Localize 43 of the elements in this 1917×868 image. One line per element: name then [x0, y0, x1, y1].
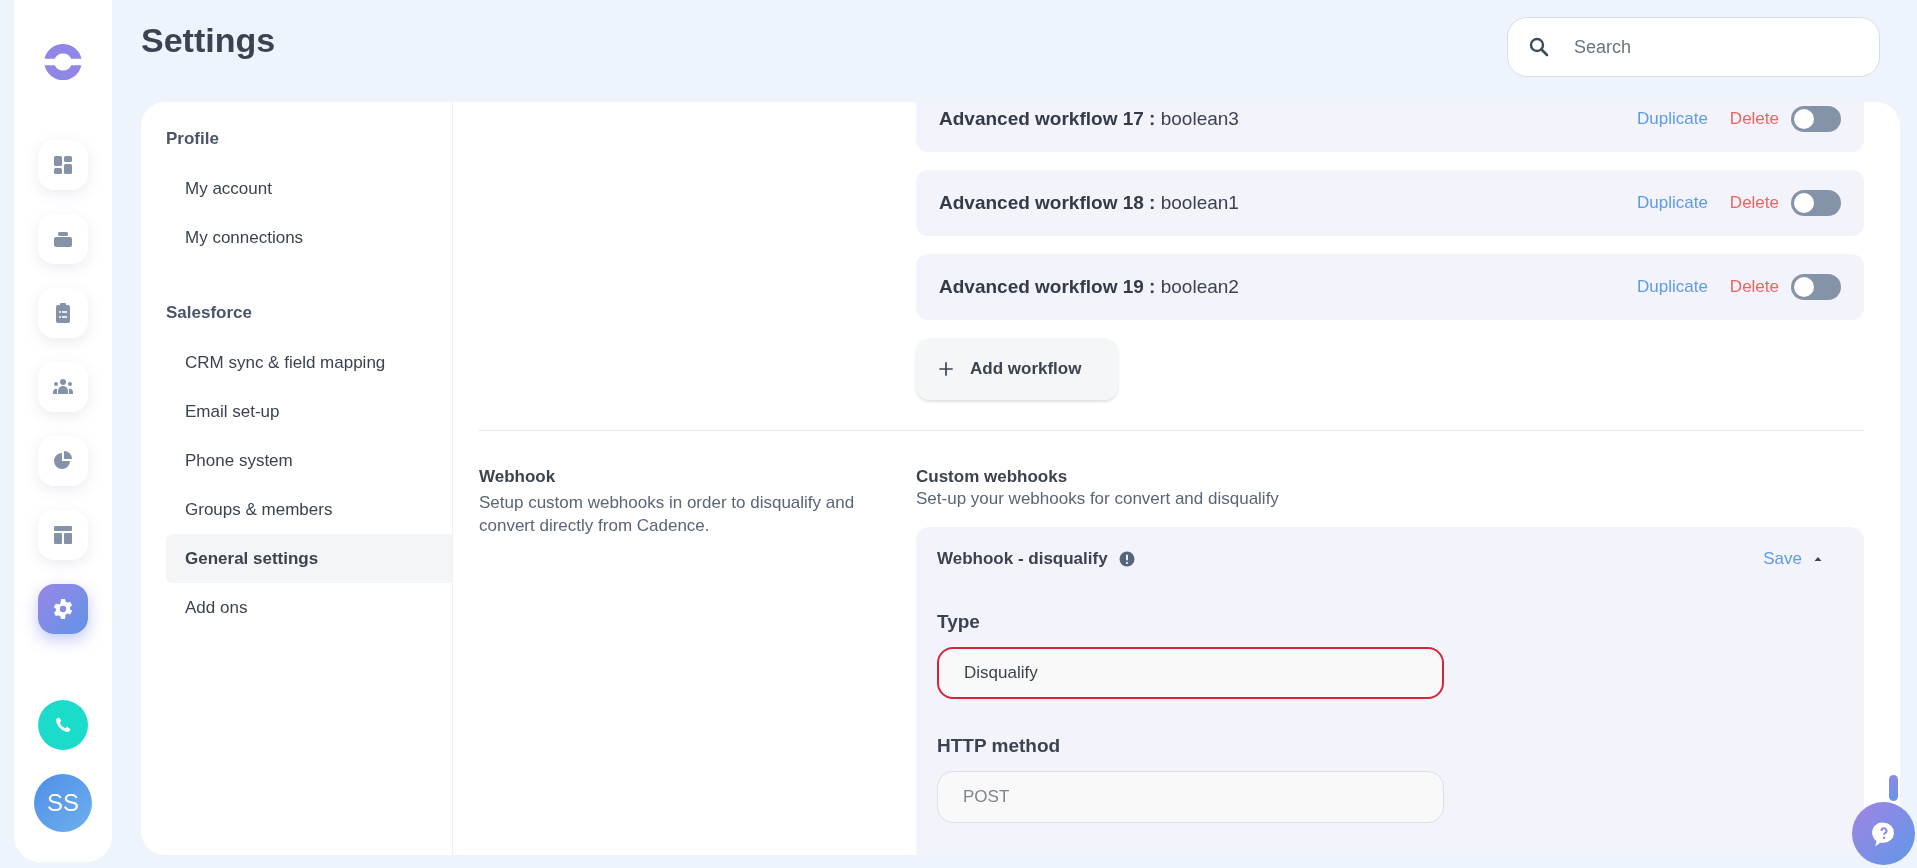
- plus-icon: [936, 359, 956, 379]
- nav-rail-button[interactable]: [38, 140, 88, 190]
- webhook-title: Webhook - disqualify: [937, 549, 1108, 569]
- settings-icon: [51, 597, 75, 621]
- toggle-switch[interactable]: [1791, 274, 1841, 300]
- section-description: Setup custom webhooks in order to disqualify and convert directly from Cadence.: [479, 492, 856, 537]
- info-icon: [1117, 550, 1136, 568]
- workflow-title: Advanced workflow 19 : boolean2: [939, 276, 1240, 298]
- toggle-switch[interactable]: [1791, 190, 1841, 216]
- nav-link[interactable]: General settings: [166, 534, 452, 583]
- layout-icon: [51, 523, 75, 547]
- toggle-switch[interactable]: [1791, 106, 1841, 132]
- workflow-title: Advanced workflow 17 : boolean3: [939, 108, 1240, 130]
- nav-rail-button[interactable]: [38, 436, 88, 486]
- nav-section-heading: Salesforce: [165, 302, 253, 324]
- nav-link[interactable]: CRM sync & field mapping: [166, 338, 452, 387]
- nav-rail-button[interactable]: [38, 214, 88, 264]
- phone-button[interactable]: [38, 700, 88, 750]
- nav-link[interactable]: Groups & members: [166, 485, 452, 534]
- add-workflow-button[interactable]: Add workflow: [916, 338, 1118, 400]
- nav-section-heading: Profile: [165, 128, 220, 150]
- search-icon: [1527, 35, 1551, 59]
- field-label: HTTP method: [937, 735, 1062, 757]
- nav-rail-button[interactable]: [38, 510, 88, 560]
- section-title: Webhook: [479, 467, 557, 487]
- nav-link[interactable]: Add ons: [166, 583, 452, 632]
- nav-link[interactable]: Phone system: [166, 436, 452, 485]
- nav-link[interactable]: My connections: [166, 213, 452, 262]
- phone-icon: [53, 715, 73, 735]
- nav-rail-button[interactable]: [38, 362, 88, 412]
- text-field[interactable]: Disqualify: [937, 647, 1444, 699]
- nav-link[interactable]: My account: [166, 164, 452, 213]
- page-title: Settings: [141, 21, 276, 60]
- search-field[interactable]: Search: [1507, 17, 1880, 77]
- nav-link[interactable]: Email set-up: [166, 387, 452, 436]
- section-description: Set-up your webhooks for convert and disqualify: [916, 489, 1280, 509]
- section-title: Custom webhooks: [916, 467, 1069, 487]
- scrollbar-thumb[interactable]: [1889, 775, 1898, 801]
- dashboard-icon: [51, 153, 75, 177]
- nav-rail-button[interactable]: [38, 288, 88, 338]
- workflow-title: Advanced workflow 18 : boolean1: [939, 192, 1240, 214]
- field-label: Type: [937, 611, 981, 633]
- nav-rail-button[interactable]: [38, 584, 88, 634]
